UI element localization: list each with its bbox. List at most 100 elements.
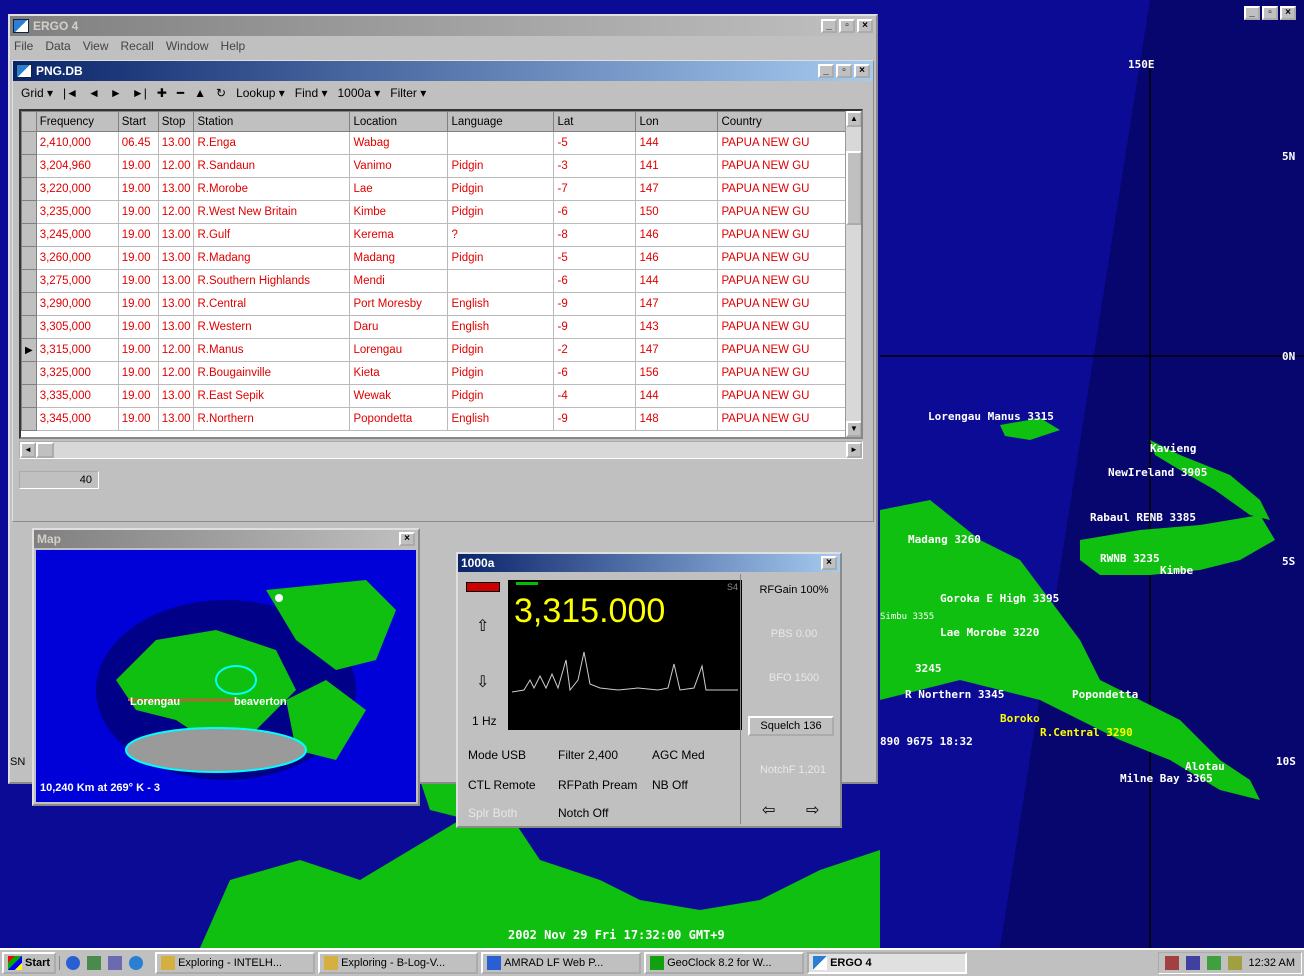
table-cell[interactable]: 147 [635,292,719,316]
table-cell[interactable]: 19.00 [117,361,159,385]
table-row[interactable]: 3,305,000 19.00 13.00 R.Western Daru English -… [21,315,859,339]
find-menu[interactable]: Find ▾ [295,86,328,100]
table-cell[interactable]: 146 [635,223,719,247]
table-cell[interactable]: 12.00 [157,154,195,178]
menu-window[interactable]: Window [166,39,209,53]
table-cell[interactable]: 13.00 [157,292,195,316]
last-record-button[interactable]: ►| [132,86,147,100]
table-cell[interactable]: Pidgin [447,246,555,270]
table-cell[interactable]: 3,245,000 [35,223,119,247]
row-indicator[interactable] [21,407,37,431]
row-indicator[interactable] [21,292,37,316]
table-cell[interactable]: -6 [553,200,637,224]
column-header[interactable]: Start [117,111,159,132]
table-cell[interactable]: 19.00 [117,269,159,293]
column-header[interactable]: Frequency [35,111,119,132]
table-cell[interactable]: 19.00 [117,154,159,178]
table-cell[interactable]: 19.00 [117,384,159,408]
table-cell[interactable]: R.Manus [193,338,351,362]
filter-label[interactable]: Filter 2,400 [558,748,618,762]
table-cell[interactable]: -6 [553,361,637,385]
close-button[interactable]: × [857,19,873,33]
table-cell[interactable]: R.Northern [193,407,351,431]
column-header[interactable]: Language [447,111,555,132]
table-row[interactable]: 3,345,000 19.00 13.00 R.Northern Popondetta E… [21,407,859,431]
table-cell[interactable]: PAPUA NEW GU [717,292,859,316]
table-cell[interactable]: 12.00 [157,361,195,385]
table-cell[interactable]: 156 [635,361,719,385]
table-row[interactable]: 3,325,000 19.00 12.00 R.Bougainville Kieta Pi… [21,361,859,385]
table-cell[interactable]: Port Moresby [349,292,449,316]
grid-menu[interactable]: Grid ▾ [21,86,53,100]
table-cell[interactable]: Pidgin [447,338,555,362]
rfgain-control[interactable]: RFGain 100% [754,584,834,596]
start-button[interactable]: Start [2,952,57,974]
table-cell[interactable]: PAPUA NEW GU [717,246,859,270]
menu-recall[interactable]: Recall [121,39,154,53]
table-cell[interactable]: Kimbe [349,200,449,224]
menu-data[interactable]: Data [45,39,70,53]
table-cell[interactable]: 19.00 [117,315,159,339]
row-indicator[interactable] [21,154,37,178]
table-cell[interactable]: 3,325,000 [35,361,119,385]
table-cell[interactable]: R.Madang [193,246,351,270]
table-row[interactable]: 3,235,000 19.00 12.00 R.West New Britain Kim… [21,200,859,224]
maximize-button[interactable]: ▫ [836,64,852,78]
row-indicator[interactable] [21,131,37,155]
ie-icon[interactable] [66,956,81,970]
close-button[interactable]: × [1280,6,1296,20]
table-cell[interactable]: 3,345,000 [35,407,119,431]
table-cell[interactable]: 19.00 [117,200,159,224]
table-cell[interactable]: -9 [553,292,637,316]
close-button[interactable]: × [821,556,837,570]
table-cell[interactable]: Wabag [349,131,449,155]
grid-horizontal-scrollbar[interactable]: ◄ ► [19,441,863,459]
table-cell[interactable]: 13.00 [157,131,195,155]
prev-record-button[interactable]: ◄ [88,86,100,100]
tray-icon[interactable] [1164,956,1179,970]
table-cell[interactable]: 13.00 [157,223,195,247]
close-button[interactable]: × [854,64,870,78]
table-cell[interactable]: 2,410,000 [35,131,119,155]
table-cell[interactable]: 19.00 [117,338,159,362]
table-cell[interactable]: 3,235,000 [35,200,119,224]
table-cell[interactable]: Pidgin [447,361,555,385]
table-cell[interactable]: 13.00 [157,384,195,408]
hscroll-thumb[interactable] [36,442,54,458]
table-cell[interactable]: 19.00 [117,292,159,316]
table-cell[interactable]: PAPUA NEW GU [717,200,859,224]
table-cell[interactable]: 147 [635,338,719,362]
power-indicator[interactable] [466,582,500,592]
arrow-left-icon[interactable]: ⇦ [762,800,775,820]
table-cell[interactable]: English [447,315,555,339]
table-cell[interactable]: R.Bougainville [193,361,351,385]
table-cell[interactable]: 12.00 [157,338,195,362]
table-row[interactable]: 3,220,000 19.00 13.00 R.Morobe Lae Pidgin -7 14… [21,177,859,201]
lookup-menu[interactable]: Lookup ▾ [236,86,285,100]
table-row[interactable]: 3,204,960 19.00 12.00 R.Sandaun Vanimo Pidgin… [21,154,859,178]
first-record-button[interactable]: |◄ [63,86,78,100]
table-cell[interactable]: 13.00 [157,177,195,201]
table-row[interactable]: 3,290,000 19.00 13.00 R.Central Port Moresby… [21,292,859,316]
table-cell[interactable]: 3,220,000 [35,177,119,201]
agc-label[interactable]: AGC Med [652,748,705,762]
grid-vertical-scrollbar[interactable]: ▲ ▼ [845,111,861,437]
minimize-button[interactable]: _ [1244,6,1260,20]
table-row[interactable]: 2,410,000 06.45 13.00 R.Enga Wabag -5 144 PAPUA… [21,131,859,155]
row-indicator[interactable] [21,361,37,385]
table-cell[interactable]: -5 [553,246,637,270]
table-cell[interactable]: 3,315,000 [35,338,119,362]
menu-help[interactable]: Help [221,39,246,53]
table-cell[interactable]: PAPUA NEW GU [717,338,859,362]
table-cell[interactable]: 06.45 [117,131,159,155]
clock-icon[interactable] [129,956,144,970]
table-cell[interactable]: 3,204,960 [35,154,119,178]
nb-label[interactable]: NB Off [652,778,688,792]
channel-icon[interactable] [108,956,123,970]
table-cell[interactable]: Pidgin [447,384,555,408]
column-header[interactable]: Lat [553,111,637,132]
table-cell[interactable]: Vanimo [349,154,449,178]
table-cell[interactable]: R.Southern Highlands [193,269,351,293]
table-cell[interactable]: PAPUA NEW GU [717,223,859,247]
task-button[interactable]: AMRAD LF Web P... [481,952,642,974]
